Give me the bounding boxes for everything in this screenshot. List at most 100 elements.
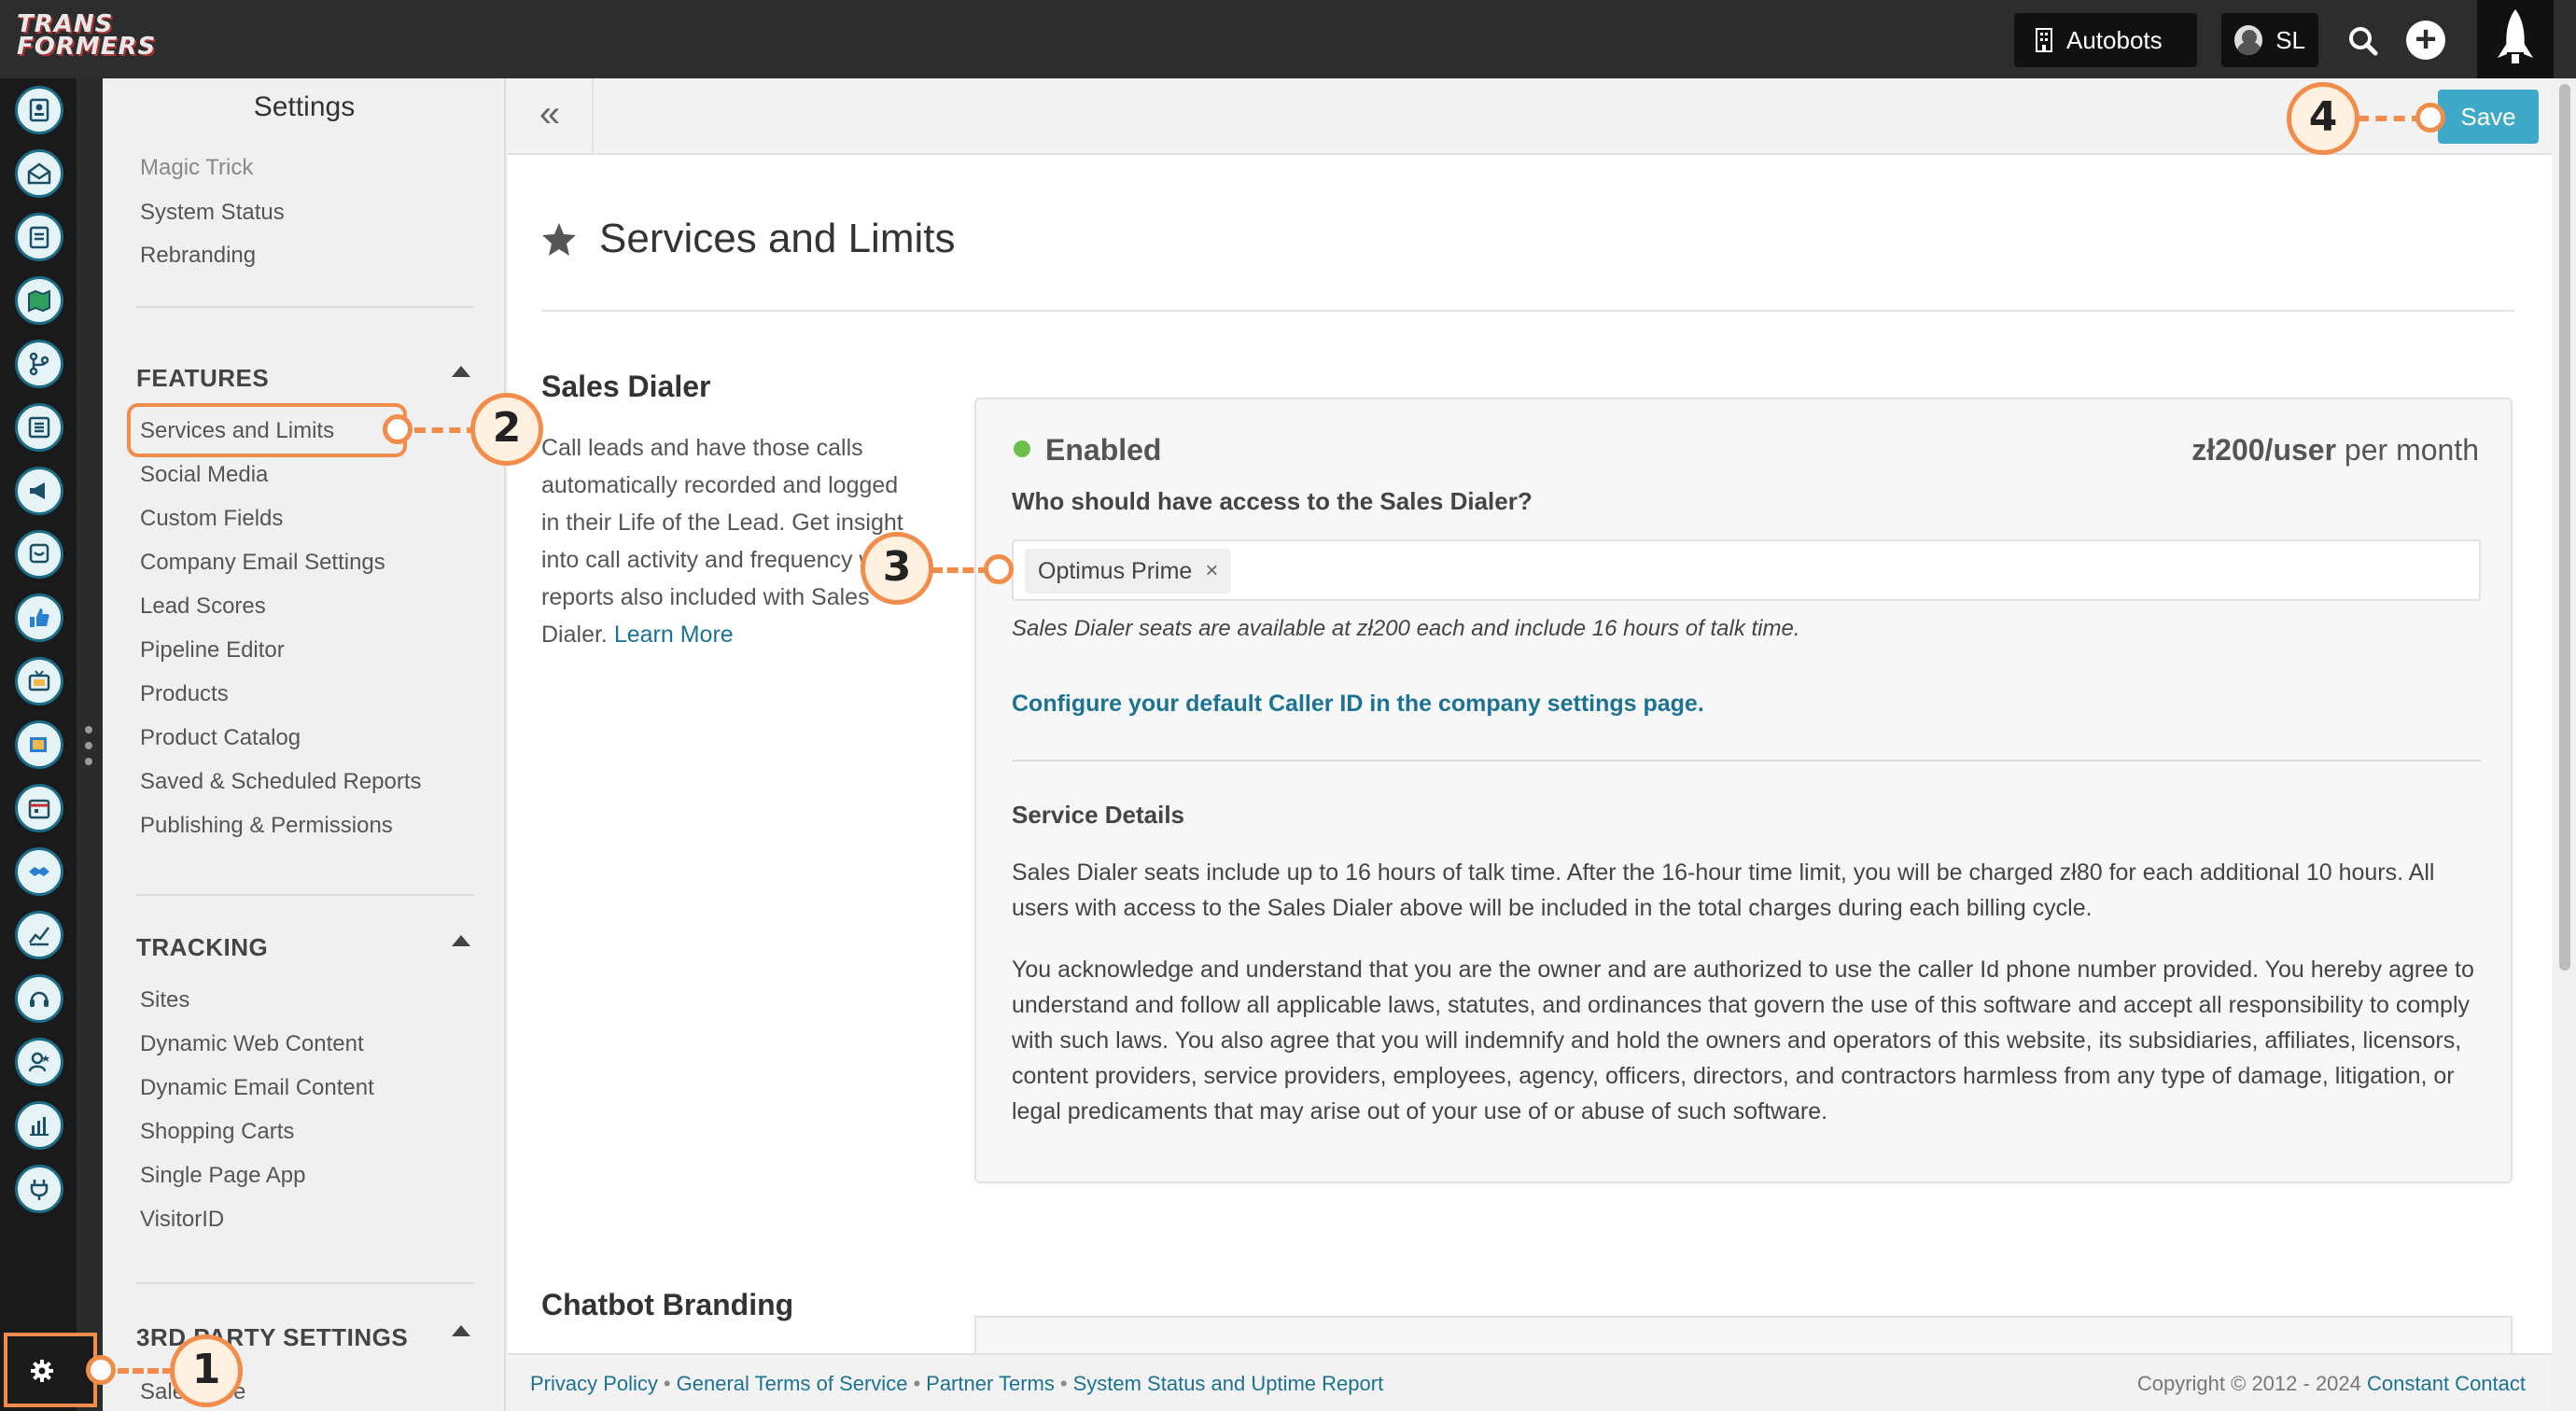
account-switcher-button[interactable]: Autobots [2014, 13, 2197, 67]
integrations-nav-icon[interactable] [15, 1165, 63, 1213]
user-menu-button[interactable]: SL [2221, 13, 2318, 67]
lists-nav-icon[interactable] [15, 403, 63, 452]
sidebar-item-single-page-app[interactable]: Single Page App [140, 1163, 305, 1189]
campaigns-nav-icon[interactable] [15, 467, 63, 515]
collapse-features-icon[interactable] [452, 366, 470, 377]
sidebar-item-shopping-carts[interactable]: Shopping Carts [140, 1119, 294, 1145]
sales-dialer-panel: Enabled zł200/user per month Who should … [974, 398, 2513, 1183]
analytics-nav-icon[interactable] [15, 911, 63, 959]
chat-nav-icon[interactable] [15, 530, 63, 579]
main-content: « Save Services and Limits Sales Dialer … [508, 78, 2552, 1411]
map-nav-icon[interactable] [15, 276, 63, 325]
logo-line-2: FORMERS [17, 33, 157, 61]
sidebar-item-magic-trick[interactable]: Magic Trick [140, 155, 253, 181]
callout-3-connector [931, 567, 989, 573]
sidebar-item-product-catalog[interactable]: Product Catalog [140, 725, 301, 751]
price-label: zł200/user per month [2191, 433, 2479, 468]
callout-4-anchor [2415, 103, 2445, 133]
calendar-nav-icon[interactable] [15, 784, 63, 832]
callout-1-connector [118, 1368, 174, 1374]
chatbot-branding-panel [974, 1316, 2513, 1353]
terms-paragraph: You acknowledge and understand that you … [1012, 957, 2474, 1125]
features-heading[interactable]: FEATURES [136, 364, 269, 393]
callout-3-anchor [984, 554, 1014, 584]
description-text: Call leads and have those calls automati… [541, 435, 903, 648]
email-nav-icon[interactable] [15, 149, 63, 198]
terms-of-service-link[interactable]: General Terms of Service [677, 1372, 908, 1395]
service-details-heading: Service Details [1012, 801, 1185, 829]
deals-nav-icon[interactable] [15, 847, 63, 896]
contacts-nav-icon[interactable] [15, 86, 63, 134]
page-title: Services and Limits [599, 216, 956, 261]
page-scrollbar[interactable] [2552, 78, 2576, 1411]
users-nav-icon[interactable] [15, 1038, 63, 1086]
content-nav-icon[interactable] [15, 720, 63, 769]
footer: Privacy Policy • General Terms of Service •… [508, 1353, 2552, 1411]
rail-drag-handle[interactable] [84, 724, 93, 767]
callout-4: 4 [2287, 82, 2359, 155]
sidebar-item-social-media[interactable]: Social Media [140, 462, 268, 488]
sidebar-item-publishing-permissions[interactable]: Publishing & Permissions [140, 813, 393, 839]
service-details-paragraph: Sales Dialer seats include up to 16 hour… [1012, 859, 2435, 921]
callout-1: 1 [170, 1334, 243, 1407]
save-button[interactable]: Save [2438, 90, 2539, 144]
search-button[interactable] [2345, 22, 2382, 60]
user-initials: SL [2275, 25, 2305, 54]
collapse-third-party-icon[interactable] [452, 1325, 470, 1336]
copyright: Copyright © 2012 - 2024 Constant Contact [2137, 1372, 2526, 1396]
callout-1-anchor [86, 1355, 116, 1385]
sidebar-item-sites[interactable]: Sites [140, 987, 189, 1013]
search-icon [2349, 27, 2378, 56]
callout-4-connector [2358, 116, 2423, 121]
callout-2-anchor [383, 414, 413, 444]
settings-sidebar: Settings Magic Trick System Status Rebra… [103, 78, 506, 1411]
add-button[interactable]: + [2406, 21, 2445, 60]
sidebar-item-saved-scheduled-reports[interactable]: Saved & Scheduled Reports [140, 769, 422, 795]
collapse-sidebar-button[interactable]: « [508, 78, 594, 155]
support-nav-icon[interactable] [15, 974, 63, 1023]
social-nav-icon[interactable] [15, 594, 63, 642]
forms-nav-icon[interactable] [15, 213, 63, 261]
reports-nav-icon[interactable] [15, 1101, 63, 1150]
caller-id-settings-link[interactable]: Configure your default Caller ID in the … [1012, 691, 1704, 718]
collapse-tracking-icon[interactable] [452, 935, 470, 946]
user-tag-label: Optimus Prime [1038, 557, 1193, 584]
system-status-link[interactable]: System Status and Uptime Report [1073, 1372, 1384, 1395]
user-access-input[interactable]: Optimus Prime × [1012, 539, 2481, 601]
learn-more-link[interactable]: Learn More [614, 622, 734, 648]
sidebar-item-rebranding[interactable]: Rebranding [140, 243, 256, 269]
scrollbar-thumb[interactable] [2559, 84, 2570, 971]
sidebar-item-products[interactable]: Products [140, 681, 229, 707]
price-period: per month [2344, 433, 2479, 467]
media-nav-icon[interactable] [15, 657, 63, 706]
tracking-heading[interactable]: TRACKING [136, 933, 268, 962]
copyright-text: Copyright © 2012 - 2024 [2136, 1372, 2361, 1395]
access-question: Who should have access to the Sales Dial… [1012, 487, 1533, 515]
sidebar-item-lead-scores[interactable]: Lead Scores [140, 594, 266, 620]
remove-tag-icon[interactable]: × [1205, 558, 1218, 584]
sidebar-item-custom-fields[interactable]: Custom Fields [140, 506, 283, 532]
launch-button[interactable] [2477, 0, 2554, 78]
workflow-nav-icon[interactable] [15, 340, 63, 388]
privacy-policy-link[interactable]: Privacy Policy [530, 1372, 658, 1395]
grip-icon [85, 726, 92, 765]
company-link[interactable]: Constant Contact [2367, 1372, 2526, 1395]
star-icon[interactable] [541, 221, 577, 257]
settings-nav-button[interactable] [4, 1333, 97, 1407]
sidebar-item-company-email-settings[interactable]: Company Email Settings [140, 550, 385, 576]
sidebar-item-pipeline-editor[interactable]: Pipeline Editor [140, 637, 285, 664]
sidebar-item-services-and-limits[interactable]: Services and Limits [140, 418, 334, 444]
sidebar-item-visitorid[interactable]: VisitorID [140, 1207, 224, 1233]
sidebar-item-dynamic-email-content[interactable]: Dynamic Email Content [140, 1075, 374, 1101]
sidebar-item-dynamic-web-content[interactable]: Dynamic Web Content [140, 1031, 364, 1057]
partner-terms-link[interactable]: Partner Terms [926, 1372, 1055, 1395]
account-name: Autobots [2066, 25, 2163, 54]
app-logo[interactable]: TRANS FORMERS [17, 12, 192, 63]
sidebar-item-system-status[interactable]: System Status [140, 200, 285, 226]
user-tag: Optimus Prime × [1025, 549, 1232, 594]
plus-icon: + [2415, 19, 2437, 60]
panel-divider [1012, 760, 2481, 761]
gear-icon [31, 1360, 53, 1382]
main-toolbar: « Save [508, 78, 2552, 155]
price-amount: zł200/user [2191, 433, 2337, 467]
